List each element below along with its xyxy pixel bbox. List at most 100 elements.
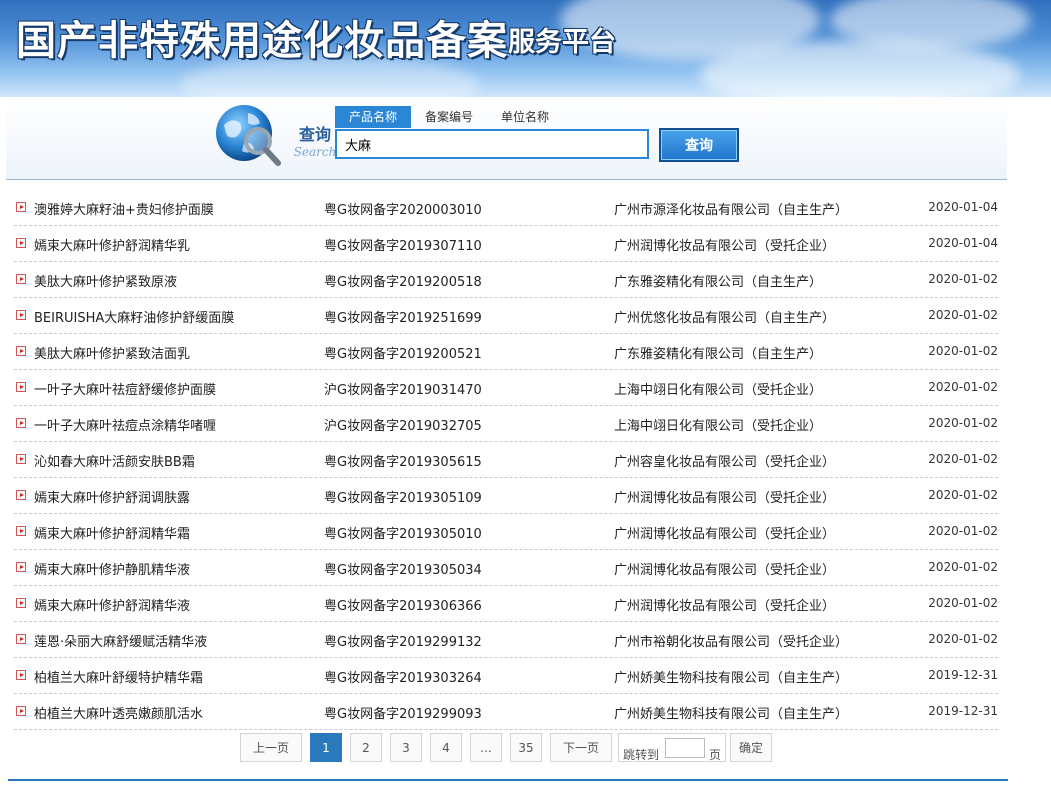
product-name-link[interactable]: 美肽大麻叶修护紧致洁面乳: [34, 343, 190, 362]
registration-number: 粤G妆网备字2019299132: [324, 635, 482, 650]
table-row: 莲恩·朵丽大麻舒缓赋活精华液 粤G妆网备字2019299132 广州市裕朝化妆品有限…: [14, 622, 998, 658]
page-35-button[interactable]: 35: [510, 733, 542, 762]
registration-number: 沪G妆网备字2019031470: [324, 383, 482, 398]
search-input[interactable]: [335, 129, 649, 159]
header-banner: 国产非特殊用途化妆品备案 服务平台: [0, 0, 1051, 97]
company-name: 广州市裕朝化妆品有限公司（受托企业）: [614, 635, 849, 650]
table-row: 澳雅婷大麻籽油+贵妇修护面膜 粤G妆网备字2020003010 广州市源泽化妆品有限…: [14, 190, 998, 226]
product-name-link[interactable]: 美肽大麻叶修护紧致原液: [34, 271, 177, 290]
product-name-link[interactable]: BEIRUISHA大麻籽油修护舒缓面膜: [34, 307, 234, 326]
product-name-link[interactable]: 嫣束大麻叶修护舒润精华霜: [34, 523, 190, 542]
search-button[interactable]: 查询: [659, 128, 739, 162]
filing-date: 2020-01-02: [928, 596, 998, 610]
registration-number: 粤G妆网备字2019305034: [324, 563, 482, 578]
confirm-jump-button[interactable]: 确定: [730, 733, 772, 762]
filing-date: 2020-01-02: [928, 272, 998, 286]
arrow-bullet-icon: [16, 454, 26, 464]
arrow-bullet-icon: [16, 202, 26, 212]
product-name-link[interactable]: 澳雅婷大麻籽油+贵妇修护面膜: [34, 199, 214, 218]
table-row: BEIRUISHA大麻籽油修护舒缓面膜 粤G妆网备字2019251699 广州优悠化…: [14, 298, 998, 334]
arrow-bullet-icon: [16, 526, 26, 536]
product-name-link[interactable]: 沁如春大麻叶活颜安肤BB霜: [34, 451, 195, 470]
page-2-button[interactable]: 2: [350, 733, 382, 762]
company-name: 广州容皇化妆品有限公司（受托企业）: [614, 455, 836, 470]
arrow-bullet-icon: [16, 634, 26, 644]
search-label: 查询 Search: [290, 121, 340, 159]
filing-date: 2020-01-02: [928, 308, 998, 322]
search-label-cn: 查询: [298, 125, 331, 144]
tab-company-name[interactable]: 单位名称: [487, 106, 563, 128]
company-name: 上海中翊日化有限公司（受托企业）: [614, 383, 823, 398]
company-name: 广州娇美生物科技有限公司（自主生产）: [614, 671, 849, 686]
page-1-button[interactable]: 1: [310, 733, 342, 762]
prev-page-button[interactable]: 上一页: [240, 733, 302, 762]
registration-number: 粤G妆网备字2019251699: [324, 311, 482, 326]
filing-date: 2020-01-02: [928, 488, 998, 502]
filing-date: 2020-01-02: [928, 380, 998, 394]
page-ellipsis: ...: [470, 733, 502, 762]
registration-number: 粤G妆网备字2019299093: [324, 707, 482, 722]
filing-date: 2020-01-02: [928, 632, 998, 646]
arrow-bullet-icon: [16, 382, 26, 392]
product-name-link[interactable]: 嫣束大麻叶修护舒润调肤露: [34, 487, 190, 506]
next-page-button[interactable]: 下一页: [550, 733, 612, 762]
company-name: 广州娇美生物科技有限公司（自主生产）: [614, 707, 849, 722]
tab-registration-number[interactable]: 备案编号: [411, 106, 487, 128]
registration-number: 粤G妆网备字2019305109: [324, 491, 482, 506]
product-name-link[interactable]: 柏植兰大麻叶舒缓特护精华霜: [34, 667, 203, 686]
search-label-en: Search: [293, 145, 337, 159]
page-subtitle: 服务平台: [508, 27, 616, 58]
filing-date: 2020-01-04: [928, 236, 998, 250]
search-panel: 查询 Search 产品名称 备案编号 单位名称 查询: [6, 97, 1007, 180]
filing-date: 2020-01-02: [928, 452, 998, 466]
filing-date: 2020-01-02: [928, 560, 998, 574]
product-name-link[interactable]: 柏植兰大麻叶透亮嫩颜肌活水: [34, 703, 203, 722]
page-4-button[interactable]: 4: [430, 733, 462, 762]
arrow-bullet-icon: [16, 562, 26, 572]
arrow-bullet-icon: [16, 490, 26, 500]
table-row: 沁如春大麻叶活颜安肤BB霜 粤G妆网备字2019305615 广州容皇化妆品有限公司…: [14, 442, 998, 478]
company-name: 上海中翊日化有限公司（受托企业）: [614, 419, 823, 434]
page-title: 国产非特殊用途化妆品备案: [16, 17, 508, 64]
company-name: 广州润博化妆品有限公司（受托企业）: [614, 563, 836, 578]
arrow-bullet-icon: [16, 670, 26, 680]
company-name: 广州润博化妆品有限公司（受托企业）: [614, 599, 836, 614]
company-name: 广东雅姿精化有限公司（自主生产）: [614, 275, 823, 290]
company-name: 广东雅姿精化有限公司（自主生产）: [614, 347, 823, 362]
company-name: 广州市源泽化妆品有限公司（自主生产）: [614, 203, 849, 218]
footer-divider: [8, 779, 1008, 781]
filing-date: 2020-01-02: [928, 344, 998, 358]
tab-product-name[interactable]: 产品名称: [335, 106, 412, 128]
table-row: 嫣束大麻叶修护舒润精华乳 粤G妆网备字2019307110 广州润博化妆品有限公司（…: [14, 226, 998, 262]
registration-number: 粤G妆网备字2020003010: [324, 203, 482, 218]
product-name-link[interactable]: 嫣束大麻叶修护静肌精华液: [34, 559, 190, 578]
table-row: 一叶子大麻叶祛痘点涂精华啫喱 沪G妆网备字2019032705 上海中翊日化有限公司…: [14, 406, 998, 442]
table-row: 一叶子大麻叶祛痘舒缓修护面膜 沪G妆网备字2019031470 上海中翊日化有限公司…: [14, 370, 998, 406]
arrow-bullet-icon: [16, 238, 26, 248]
product-name-link[interactable]: 一叶子大麻叶祛痘点涂精华啫喱: [34, 415, 216, 434]
company-name: 广州润博化妆品有限公司（受托企业）: [614, 491, 836, 506]
product-name-link[interactable]: 一叶子大麻叶祛痘舒缓修护面膜: [34, 379, 216, 398]
registration-number: 粤G妆网备字2019200521: [324, 347, 482, 362]
arrow-bullet-icon: [16, 310, 26, 320]
jump-suffix: 页: [709, 748, 722, 762]
product-name-link[interactable]: 嫣束大麻叶修护舒润精华液: [34, 595, 190, 614]
arrow-bullet-icon: [16, 418, 26, 428]
filing-date: 2019-12-31: [928, 704, 998, 718]
page-3-button[interactable]: 3: [390, 733, 422, 762]
arrow-bullet-icon: [16, 346, 26, 356]
company-name: 广州润博化妆品有限公司（受托企业）: [614, 239, 836, 254]
jump-label: 跳转到: [623, 748, 660, 762]
filing-date: 2020-01-02: [928, 416, 998, 430]
arrow-bullet-icon: [16, 598, 26, 608]
table-row: 柏植兰大麻叶透亮嫩颜肌活水 粤G妆网备字2019299093 广州娇美生物科技有限公…: [14, 694, 998, 730]
company-name: 广州润博化妆品有限公司（受托企业）: [614, 527, 836, 542]
globe-search-icon: [216, 105, 281, 166]
table-row: 嫣束大麻叶修护舒润调肤露 粤G妆网备字2019305109 广州润博化妆品有限公司（…: [14, 478, 998, 514]
filing-date: 2019-12-31: [928, 668, 998, 682]
product-name-link[interactable]: 嫣束大麻叶修护舒润精华乳: [34, 235, 190, 254]
table-row: 柏植兰大麻叶舒缓特护精华霜 粤G妆网备字2019303264 广州娇美生物科技有限公…: [14, 658, 998, 694]
registration-number: 粤G妆网备字2019303264: [324, 671, 482, 686]
jump-page-input[interactable]: [665, 738, 705, 758]
product-name-link[interactable]: 莲恩·朵丽大麻舒缓赋活精华液: [34, 631, 207, 650]
